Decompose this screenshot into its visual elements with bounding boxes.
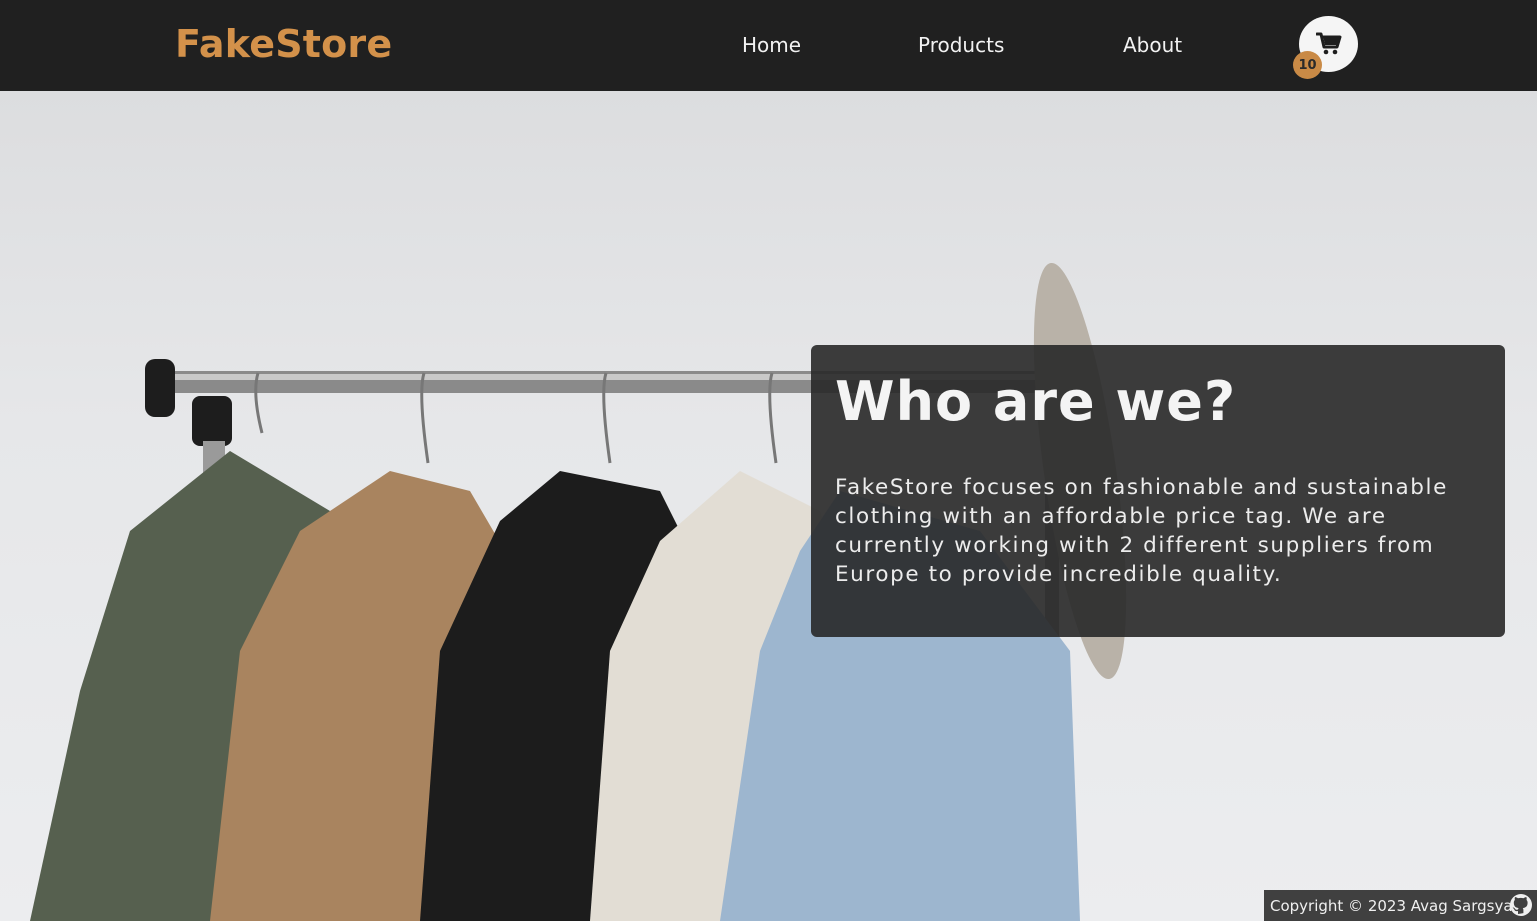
navbar: FakeStore Home Products About 10 bbox=[0, 0, 1537, 91]
footer: Copyright © 2023 Avag Sargsyan bbox=[1264, 890, 1537, 921]
cart-icon bbox=[1315, 32, 1341, 55]
nav-about-link[interactable]: About bbox=[1123, 33, 1182, 57]
brand-logo[interactable]: FakeStore bbox=[175, 22, 392, 66]
nav-products-link[interactable]: Products bbox=[918, 33, 1004, 57]
github-icon[interactable] bbox=[1509, 893, 1533, 917]
about-description: FakeStore focuses on fashionable and sus… bbox=[835, 475, 1448, 587]
about-title: Who are we? bbox=[835, 370, 1237, 433]
nav-home-link[interactable]: Home bbox=[742, 33, 801, 57]
about-card: Who are we? FakeStore focuses on fashion… bbox=[811, 345, 1505, 637]
copyright-text: Copyright © 2023 Avag Sargsyan bbox=[1270, 896, 1523, 915]
cart-count-badge: 10 bbox=[1293, 51, 1322, 79]
